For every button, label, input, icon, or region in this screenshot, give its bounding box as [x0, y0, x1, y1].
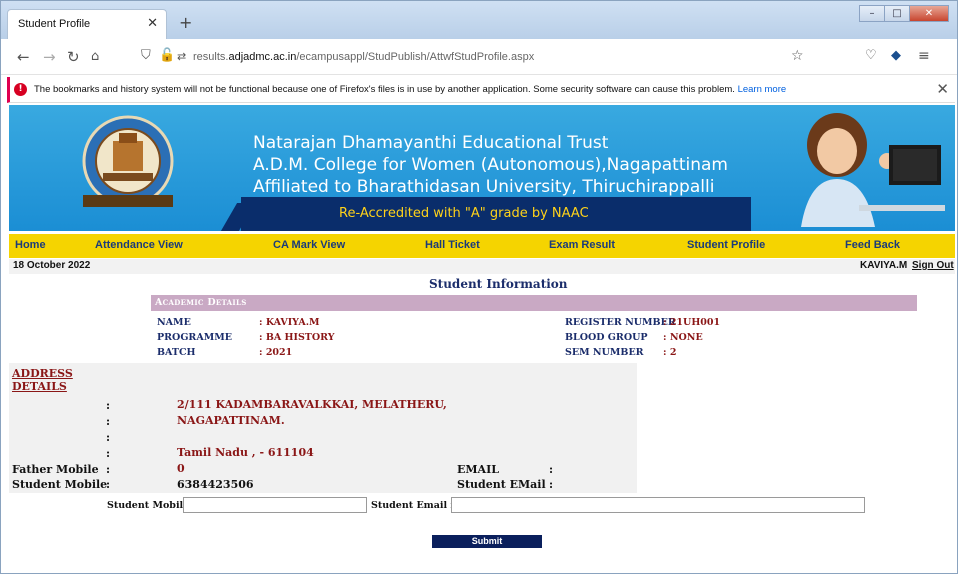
academic-details-title: Academic Details	[155, 297, 247, 308]
page-title: Student Information	[429, 277, 568, 291]
college-name: A.D.M. College for Women (Autonomous),Na…	[253, 155, 728, 175]
student-mobile-value: 6384423506	[177, 478, 254, 491]
father-mobile-value: 0	[177, 462, 185, 475]
new-tab-icon[interactable]: +	[179, 13, 192, 32]
affiliation: Affiliated to Bharathidasan University, …	[253, 177, 715, 197]
naac-text: Re-Accredited with "A" grade by NAAC	[339, 206, 589, 221]
blood-group-value: : NONE	[663, 332, 703, 343]
status-row: 18 October 2022 KAVIYA.M Sign Out	[9, 259, 955, 274]
address-section	[9, 363, 637, 493]
address-details-title: ADDRESS DETAILS	[12, 367, 73, 393]
notification-close-icon[interactable]: ✕	[936, 80, 949, 98]
name-label: NAME	[157, 317, 191, 328]
menu-ca-mark-view[interactable]: CA Mark View	[273, 239, 345, 251]
academic-details-header: Academic Details	[151, 295, 917, 311]
menu-attendance-view[interactable]: Attendance View	[95, 239, 183, 251]
address-line-1: 2/111 KADAMBARAVALKKAI, MELATHERU,	[177, 398, 447, 411]
title-bar: Student Profile ✕ + – □ ✕	[1, 1, 957, 39]
current-date: 18 October 2022	[13, 260, 91, 271]
home-icon[interactable]: ⌂	[91, 49, 99, 64]
email-colon: :	[549, 463, 554, 476]
url-prefix: results.	[193, 51, 229, 63]
sem-number-label: SEM NUMBER	[565, 347, 644, 358]
back-icon[interactable]: ←	[17, 48, 30, 66]
url-path: /ecampusappl/StudPublish/AttwfStudProfil…	[296, 51, 535, 63]
lock-warning-icon[interactable]: 🔓	[159, 48, 175, 63]
college-banner: Natarajan Dhamayanthi Educational Trust …	[9, 105, 955, 231]
student-email-label: Student EMail	[457, 478, 546, 491]
student-mobile-input[interactable]	[183, 497, 367, 513]
menu-hall-ticket[interactable]: Hall Ticket	[425, 239, 480, 251]
student-mobile-label: Student Mobile	[12, 478, 108, 491]
father-mobile-label: Father Mobile	[12, 463, 99, 476]
browser-tab[interactable]: Student Profile ✕	[7, 9, 167, 39]
logged-in-user: KAVIYA.M	[860, 260, 908, 271]
warning-icon: !	[14, 83, 27, 96]
main-menu: Home Attendance View CA Mark View Hall T…	[9, 234, 955, 258]
address-colon-2: :	[106, 415, 111, 428]
menu-exam-result[interactable]: Exam Result	[549, 239, 615, 251]
address-colon-4: :	[106, 447, 111, 460]
notification-bar: ! The bookmarks and history system will …	[7, 77, 955, 103]
address-line-3: Tamil Nadu , - 611104	[177, 446, 314, 459]
student-mobile-colon: :	[106, 478, 111, 491]
menu-home[interactable]: Home	[15, 239, 46, 251]
notification-text: The bookmarks and history system will no…	[34, 84, 786, 95]
maximize-icon[interactable]: □	[884, 5, 910, 22]
tab-title: Student Profile	[18, 18, 91, 30]
menu-icon[interactable]: ≡	[918, 48, 930, 64]
blood-group-label: BLOOD GROUP	[565, 332, 648, 343]
form-email-label: Student Email id	[371, 500, 461, 511]
address-title-line1: ADDRESS	[12, 367, 73, 380]
pocket-icon[interactable]: ♡	[865, 48, 877, 63]
father-mobile-colon: :	[106, 463, 111, 476]
submit-button[interactable]: Submit	[432, 535, 542, 548]
tab-close-icon[interactable]: ✕	[147, 16, 158, 31]
student-email-input[interactable]	[451, 497, 865, 513]
sem-number-value: : 2	[663, 347, 677, 358]
student-email-colon: :	[549, 478, 554, 491]
shield-icon[interactable]: ⛉	[141, 48, 151, 63]
sign-out-link[interactable]: Sign Out	[912, 260, 954, 271]
menu-student-profile[interactable]: Student Profile	[687, 239, 765, 251]
address-colon-3: :	[106, 431, 111, 444]
url-host: adjadmc.ac.in	[228, 51, 297, 63]
programme-value: : BA HISTORY	[259, 332, 335, 343]
batch-value: : 2021	[259, 347, 293, 358]
notification-message: The bookmarks and history system will no…	[34, 84, 735, 95]
permissions-icon[interactable]: ⇄	[177, 50, 186, 63]
navigation-bar: ← → ↻ ⌂ ⛉ 🔓 ⇄ results.adjadmc.ac.in/ecam…	[1, 39, 957, 75]
trust-name: Natarajan Dhamayanthi Educational Trust	[253, 133, 609, 153]
register-number-label: REGISTER NUMBER	[565, 317, 676, 328]
browser-window: Student Profile ✕ + – □ ✕ ← → ↻ ⌂ ⛉ 🔓 ⇄ …	[0, 0, 958, 574]
extension-icon[interactable]: ◆	[891, 48, 901, 63]
reload-icon[interactable]: ↻	[67, 48, 80, 66]
address-line-2: NAGAPATTINAM.	[177, 414, 285, 427]
window-close-icon[interactable]: ✕	[909, 5, 949, 22]
url-bar[interactable]: results.adjadmc.ac.in/ecampusappl/StudPu…	[193, 46, 813, 68]
college-logo	[82, 115, 174, 207]
forward-icon[interactable]: →	[43, 48, 56, 66]
address-colon-1: :	[106, 399, 111, 412]
window-controls: – □ ✕	[859, 5, 949, 22]
menu-feed-back[interactable]: Feed Back	[845, 239, 900, 251]
programme-label: PROGRAMME	[157, 332, 232, 343]
student-illustration	[801, 113, 945, 227]
batch-label: BATCH	[157, 347, 196, 358]
email-label: EMAIL	[457, 463, 499, 476]
name-value: : KAVIYA.M	[259, 317, 320, 328]
bookmark-star-icon[interactable]: ☆	[791, 48, 804, 64]
address-title-line2: DETAILS	[12, 380, 67, 393]
register-number-value: : 21UH001	[663, 317, 721, 328]
minimize-icon[interactable]: –	[859, 5, 885, 22]
form-mobile-label: Student Mobile	[107, 500, 190, 511]
learn-more-link[interactable]: Learn more	[738, 84, 787, 95]
